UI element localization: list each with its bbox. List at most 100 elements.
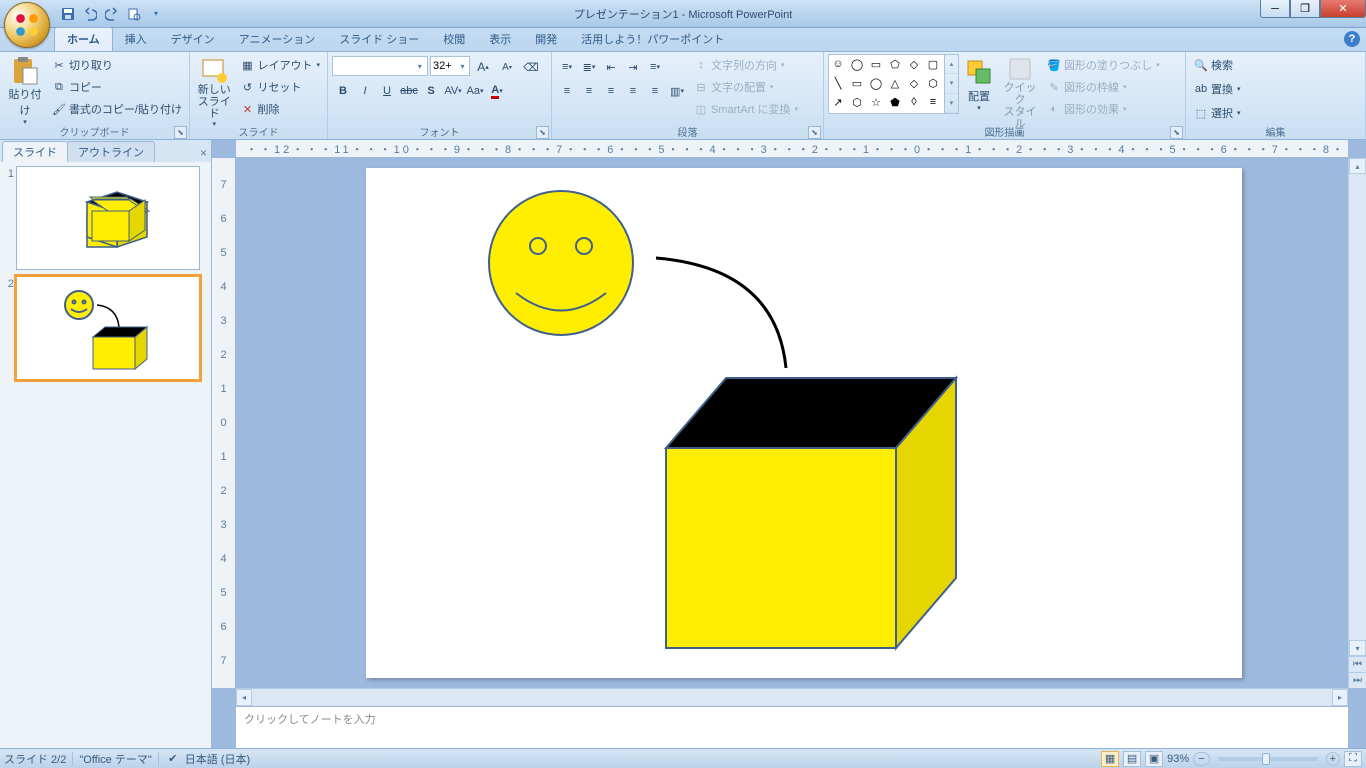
reset-button[interactable]: ↺リセット: [236, 76, 323, 98]
distribute-button[interactable]: ≡: [644, 80, 666, 102]
slideshow-view-button[interactable]: ▣: [1145, 751, 1163, 767]
align-left-button[interactable]: ≡: [556, 80, 578, 102]
tab-developer[interactable]: 開発: [523, 28, 569, 51]
drawing-launcher[interactable]: ⬊: [1170, 126, 1183, 139]
tab-animations[interactable]: アニメーション: [227, 28, 328, 51]
paste-button[interactable]: 貼り付け▾: [4, 54, 46, 120]
thumbnail-1[interactable]: [16, 166, 200, 270]
cut-button[interactable]: ✂切り取り: [48, 54, 185, 76]
scroll-right-icon[interactable]: ▸: [1332, 689, 1348, 706]
zoom-level[interactable]: 93%: [1167, 753, 1189, 765]
shape-effects-button[interactable]: ◐図形の効果▾: [1043, 98, 1163, 120]
scroll-left-icon[interactable]: ◂: [236, 689, 252, 706]
help-button[interactable]: ?: [1344, 31, 1360, 47]
normal-view-button[interactable]: ▦: [1101, 751, 1119, 767]
zoom-in-button[interactable]: +: [1326, 752, 1340, 766]
arrange-button[interactable]: 配置▾: [961, 54, 997, 120]
format-painter-button[interactable]: 🖌書式のコピー/貼り付け: [48, 98, 185, 120]
font-color-button[interactable]: A▾: [486, 80, 508, 102]
quickstyle-button[interactable]: クイック スタイル▾: [999, 54, 1041, 120]
smartart-button[interactable]: ◫SmartArt に変換▾: [690, 98, 801, 120]
redo-icon[interactable]: [102, 4, 122, 24]
clear-format-button[interactable]: ⌫: [520, 56, 542, 78]
tab-review[interactable]: 校閲: [431, 28, 477, 51]
tab-view[interactable]: 表示: [477, 28, 523, 51]
close-button[interactable]: ✕: [1320, 0, 1366, 18]
slide-canvas-area[interactable]: [236, 158, 1348, 688]
text-align-button[interactable]: ⊟文字の配置▾: [690, 76, 801, 98]
grow-font-button[interactable]: A▴: [472, 56, 494, 78]
horizontal-ruler[interactable]: ・・12・・・11・・・10・・・9・・・8・・・7・・・6・・・5・・・4・・…: [236, 140, 1348, 158]
print-preview-icon[interactable]: [124, 4, 144, 24]
save-icon[interactable]: [58, 4, 78, 24]
delete-slide-button[interactable]: ✕削除: [236, 98, 323, 120]
tab-design[interactable]: デザイン: [159, 28, 227, 51]
bold-button[interactable]: B: [332, 80, 354, 102]
shape-fill-button[interactable]: 🪣図形の塗りつぶし▾: [1043, 54, 1163, 76]
justify-button[interactable]: ≡: [622, 80, 644, 102]
thumbnail-item[interactable]: 2: [2, 276, 209, 380]
shapes-gallery[interactable]: ☺◯▭⬠◇▢ ╲▭◯△◇⬡ ↗⬡☆⬟◊≡: [828, 54, 945, 114]
layout-button[interactable]: ▦レイアウト▾: [236, 54, 323, 76]
paragraph-launcher[interactable]: ⬊: [808, 126, 821, 139]
scroll-up-icon[interactable]: ▴: [1349, 158, 1366, 174]
font-launcher[interactable]: ⬊: [536, 126, 549, 139]
language-indicator[interactable]: 日本語 (日本): [185, 751, 250, 767]
align-right-button[interactable]: ≡: [600, 80, 622, 102]
scroll-down-icon[interactable]: ▾: [1349, 640, 1366, 656]
minimize-button[interactable]: ─: [1260, 0, 1290, 18]
thumbnail-item[interactable]: 1: [2, 166, 209, 270]
numbering-button[interactable]: ≣▾: [578, 56, 600, 78]
slide-canvas[interactable]: [366, 168, 1242, 678]
outdent-button[interactable]: ⇤: [600, 56, 622, 78]
align-center-button[interactable]: ≡: [578, 80, 600, 102]
vertical-scrollbar[interactable]: ▴ ▾ ⏮ ⏭: [1348, 158, 1366, 688]
tab-insert[interactable]: 挿入: [113, 28, 159, 51]
shape-outline-button[interactable]: ✎図形の枠線▾: [1043, 76, 1163, 98]
char-spacing-button[interactable]: AV▾: [442, 80, 464, 102]
maximize-button[interactable]: ❐: [1290, 0, 1320, 18]
italic-button[interactable]: I: [354, 80, 376, 102]
bullets-button[interactable]: ≡▾: [556, 56, 578, 78]
copy-button[interactable]: ⧉コピー: [48, 76, 185, 98]
undo-icon[interactable]: [80, 4, 100, 24]
select-button[interactable]: ⬚選択▾: [1190, 102, 1244, 124]
replace-button[interactable]: ab置換▾: [1190, 78, 1244, 100]
change-case-button[interactable]: Aa▾: [464, 80, 486, 102]
zoom-out-button[interactable]: −: [1193, 752, 1209, 766]
office-button[interactable]: [4, 2, 50, 48]
indent-button[interactable]: ⇥: [622, 56, 644, 78]
panel-close-button[interactable]: ×: [200, 146, 207, 162]
notes-pane[interactable]: クリックしてノートを入力: [236, 706, 1348, 748]
panel-tab-slides[interactable]: スライド: [2, 141, 68, 162]
fit-view-button[interactable]: ⛶: [1344, 751, 1362, 767]
font-size-combo[interactable]: ▾: [430, 56, 470, 76]
shadow-button[interactable]: S: [420, 80, 442, 102]
strike-button[interactable]: abc: [398, 80, 420, 102]
line-spacing-button[interactable]: ≡▾: [644, 56, 666, 78]
horizontal-scrollbar[interactable]: ◂ ▸: [236, 688, 1348, 706]
underline-button[interactable]: U: [376, 80, 398, 102]
tab-use[interactable]: 活用しよう！パワーポイント: [569, 28, 736, 51]
zoom-slider[interactable]: [1218, 757, 1318, 761]
next-slide-button[interactable]: ⏭: [1349, 672, 1366, 688]
clipboard-launcher[interactable]: ⬊: [174, 126, 187, 139]
sorter-view-button[interactable]: ▤: [1123, 751, 1141, 767]
text-direction-button[interactable]: ↕文字列の方向▾: [690, 54, 801, 76]
shapes-gallery-scroll[interactable]: ▴▾▾: [945, 54, 959, 114]
spellcheck-icon[interactable]: ✔: [165, 751, 181, 767]
thumbnail-2[interactable]: [16, 276, 200, 380]
tab-slideshow[interactable]: スライド ショー: [327, 28, 431, 51]
new-slide-button[interactable]: 新しい スライド▾: [194, 54, 234, 120]
panel-tab-outline[interactable]: アウトライン: [67, 141, 155, 162]
group-label-font: フォント: [332, 124, 547, 139]
font-name-combo[interactable]: ▾: [332, 56, 428, 76]
tab-home[interactable]: ホーム: [54, 27, 113, 51]
qat-customize-icon[interactable]: ▾: [146, 4, 166, 24]
columns-button[interactable]: ▥▾: [666, 80, 688, 102]
find-button[interactable]: 🔍検索: [1190, 54, 1236, 76]
vertical-ruler[interactable]: 765432101234567: [212, 158, 236, 688]
shrink-font-button[interactable]: A▾: [496, 56, 518, 78]
prev-slide-button[interactable]: ⏮: [1349, 656, 1366, 672]
cube-shape: [666, 378, 956, 648]
